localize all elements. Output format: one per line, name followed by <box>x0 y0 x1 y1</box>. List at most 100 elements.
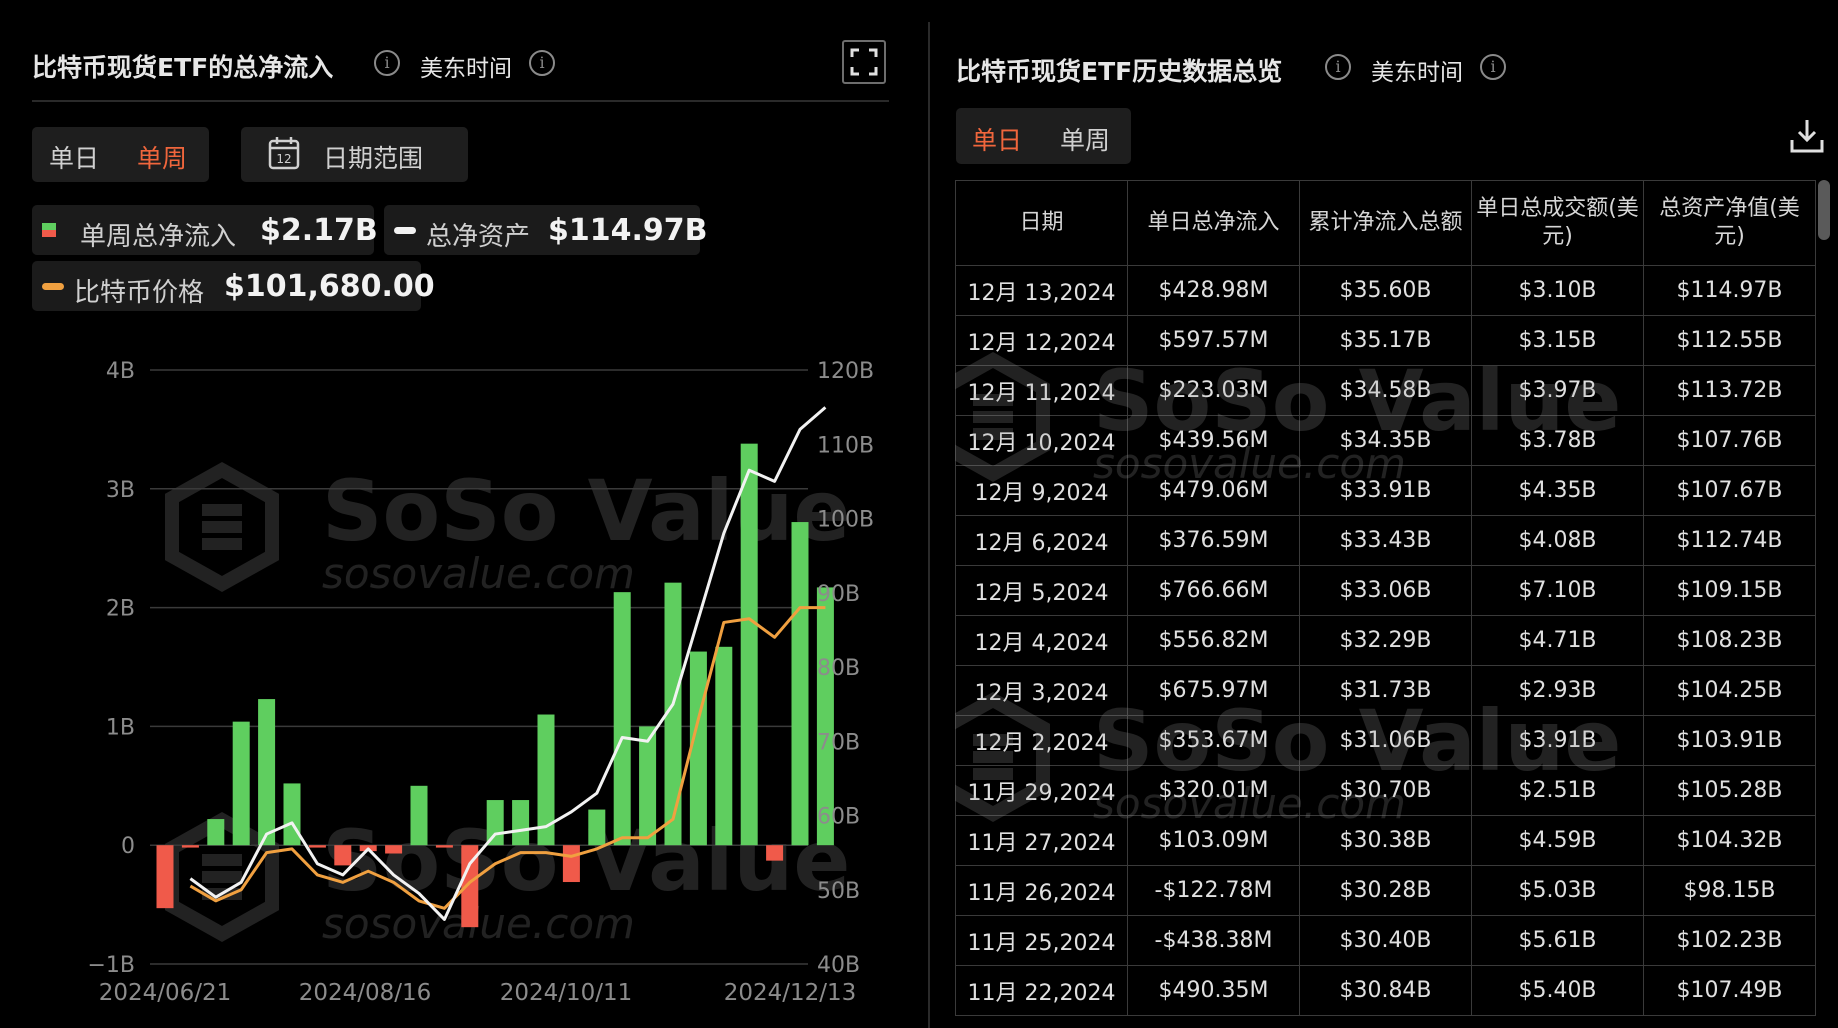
table-scrollbar[interactable] <box>1818 180 1830 240</box>
table-row[interactable]: 11月 27,2024 $103.09M $30.38B $4.59B $104.32B <box>955 815 1816 866</box>
cell-date: 12月 11,2024 <box>955 365 1128 416</box>
cell-net-assets: $114.97B <box>1643 265 1816 316</box>
inflow-bar <box>613 592 631 846</box>
cell-cumulative-inflow: $33.91B <box>1299 465 1472 516</box>
tab-weekly[interactable]: 单周 <box>1060 121 1110 157</box>
history-table-container[interactable]: 日期 单日总净流入 累计净流入总额 单日总成交额(美元) 总资产净值(美元) 1… <box>955 180 1817 1028</box>
cell-daily-volume: $4.08B <box>1471 515 1644 566</box>
cell-cumulative-inflow: $30.28B <box>1299 865 1472 916</box>
table-row[interactable]: 12月 13,2024 $428.98M $35.60B $3.10B $114.97B <box>955 265 1816 316</box>
y-right-tick-label: 80B <box>817 656 860 681</box>
cell-net-assets: $112.74B <box>1643 515 1816 566</box>
watermark-brand: SoSo Value <box>322 462 850 560</box>
cell-date: 11月 26,2024 <box>955 865 1128 916</box>
y-right-tick-label: 100B <box>817 508 874 533</box>
cell-date: 12月 12,2024 <box>955 315 1128 366</box>
cell-net-assets: $107.49B <box>1643 965 1816 1016</box>
cell-date: 12月 5,2024 <box>955 565 1128 616</box>
column-header-daily-volume[interactable]: 单日总成交额(美元) <box>1471 180 1644 266</box>
cell-date: 12月 2,2024 <box>955 715 1128 766</box>
cell-daily-volume: $2.93B <box>1471 665 1644 716</box>
table-row[interactable]: 12月 3,2024 $675.97M $31.73B $2.93B $104.25B <box>955 665 1816 716</box>
cell-date: 11月 22,2024 <box>955 965 1128 1016</box>
column-header-cumulative-inflow[interactable]: 累计净流入总额 <box>1299 180 1472 266</box>
cell-net-assets: $103.91B <box>1643 715 1816 766</box>
cell-daily-inflow: $490.35M <box>1127 965 1300 1016</box>
info-icon[interactable]: i <box>1325 54 1351 80</box>
cell-daily-inflow: $597.57M <box>1127 315 1300 366</box>
inflow-bar <box>410 785 428 846</box>
cell-net-assets: $112.55B <box>1643 315 1816 366</box>
cell-date: 11月 27,2024 <box>955 815 1128 866</box>
cell-date: 12月 3,2024 <box>955 665 1128 716</box>
cell-daily-volume: $7.10B <box>1471 565 1644 616</box>
inflow-bar <box>334 845 352 866</box>
cell-cumulative-inflow: $34.58B <box>1299 365 1472 416</box>
inflow-bar <box>588 809 606 846</box>
cell-cumulative-inflow: $30.84B <box>1299 965 1472 1016</box>
cell-cumulative-inflow: $33.06B <box>1299 565 1472 616</box>
table-row[interactable]: 12月 11,2024 $223.03M $34.58B $3.97B $113.72B <box>955 365 1816 416</box>
y-right-tick-label: 90B <box>817 582 860 607</box>
cell-date: 11月 25,2024 <box>955 915 1128 966</box>
cell-net-assets: $108.23B <box>1643 615 1816 666</box>
inflow-bar <box>766 845 784 861</box>
cell-cumulative-inflow: $30.40B <box>1299 915 1472 966</box>
inflow-bar <box>258 699 276 846</box>
table-row[interactable]: 12月 4,2024 $556.82M $32.29B $4.71B $108.23B <box>955 615 1816 666</box>
y-left-tick-label: 3B <box>106 478 135 503</box>
panel-separator <box>928 22 930 1028</box>
cell-date: 12月 13,2024 <box>955 265 1128 316</box>
tab-daily[interactable]: 单日 <box>972 121 1022 157</box>
table-header-row: 日期 单日总净流入 累计净流入总额 单日总成交额(美元) 总资产净值(美元) <box>955 180 1816 266</box>
cell-daily-inflow: $320.01M <box>1127 765 1300 816</box>
inflow-bar <box>562 845 580 883</box>
weekly-inflow-chart: SoSo Valuesosovalue.comSoSo Valuesosoval… <box>87 359 874 1006</box>
cell-cumulative-inflow: $31.73B <box>1299 665 1472 716</box>
table-row[interactable]: 11月 25,2024 -$438.38M $30.40B $5.61B $102.23… <box>955 915 1816 966</box>
inflow-bar <box>207 819 225 846</box>
download-icon[interactable] <box>1788 116 1826 160</box>
table-row[interactable]: 12月 9,2024 $479.06M $33.91B $4.35B $107.67B <box>955 465 1816 516</box>
table-row[interactable]: 12月 10,2024 $439.56M $34.35B $3.78B $107.76B <box>955 415 1816 466</box>
cell-daily-inflow: -$438.38M <box>1127 915 1300 966</box>
y-left-tick-label: 2B <box>106 597 135 622</box>
column-header-daily-inflow[interactable]: 单日总净流入 <box>1127 180 1300 266</box>
cell-daily-inflow: $479.06M <box>1127 465 1300 516</box>
cell-cumulative-inflow: $30.70B <box>1299 765 1472 816</box>
cell-cumulative-inflow: $34.35B <box>1299 415 1472 466</box>
cell-daily-inflow: $439.56M <box>1127 415 1300 466</box>
timezone-info-icon[interactable]: i <box>1480 54 1506 80</box>
right-timezone-label: 美东时间 <box>1371 60 1463 86</box>
table-row[interactable]: 12月 12,2024 $597.57M $35.17B $3.15B $112.55B <box>955 315 1816 366</box>
right-period-toggle: 单日 单周 <box>956 108 1131 164</box>
cell-net-assets: $107.67B <box>1643 465 1816 516</box>
table-row[interactable]: 12月 5,2024 $766.66M $33.06B $7.10B $109.15B <box>955 565 1816 616</box>
cell-daily-inflow: $353.67M <box>1127 715 1300 766</box>
table-row[interactable]: 11月 26,2024 -$122.78M $30.28B $5.03B $98.15B <box>955 865 1816 916</box>
cell-net-assets: $104.25B <box>1643 665 1816 716</box>
watermark-brand: SoSo Value <box>322 812 850 910</box>
cell-daily-volume: $2.51B <box>1471 765 1644 816</box>
y-left-tick-label: 1B <box>106 715 135 740</box>
table-row[interactable]: 11月 29,2024 $320.01M $30.70B $2.51B $105.28B <box>955 765 1816 816</box>
cell-net-assets: $105.28B <box>1643 765 1816 816</box>
table-row[interactable]: 11月 22,2024 $490.35M $30.84B $5.40B $107.49B <box>955 965 1816 1016</box>
column-header-net-assets[interactable]: 总资产净值(美元) <box>1643 180 1816 266</box>
inflow-bar <box>156 845 174 909</box>
inflow-bar <box>512 800 530 846</box>
cell-daily-volume: $3.78B <box>1471 415 1644 466</box>
cell-net-assets: $109.15B <box>1643 565 1816 616</box>
cell-daily-inflow: $376.59M <box>1127 515 1300 566</box>
cell-daily-volume: $4.71B <box>1471 615 1644 666</box>
cell-daily-volume: $3.10B <box>1471 265 1644 316</box>
table-row[interactable]: 12月 2,2024 $353.67M $31.06B $3.91B $103.91B <box>955 715 1816 766</box>
inflow-bar <box>181 845 199 848</box>
cell-daily-volume: $4.35B <box>1471 465 1644 516</box>
table-row[interactable]: 12月 6,2024 $376.59M $33.43B $4.08B $112.74B <box>955 515 1816 566</box>
column-header-date[interactable]: 日期 <box>955 180 1128 266</box>
x-tick-label: 2024/06/21 <box>99 980 232 1006</box>
y-right-tick-label: 70B <box>817 730 860 755</box>
y-right-tick-label: 60B <box>817 805 860 830</box>
inflow-bar <box>639 726 657 846</box>
